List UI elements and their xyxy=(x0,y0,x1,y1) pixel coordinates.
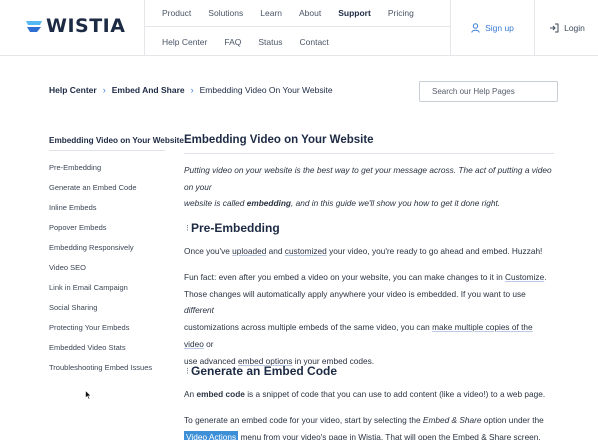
text: To generate an embed code for your video… xyxy=(184,415,423,425)
text: and xyxy=(266,246,285,256)
link-uploaded[interactable]: uploaded xyxy=(232,246,266,256)
breadcrumb: Help Center › Embed And Share › Embeddin… xyxy=(49,85,333,95)
nav-solutions[interactable]: Solutions xyxy=(208,8,243,18)
section-heading-generate-embed-code: ⋮ Generate an Embed Code xyxy=(184,364,337,378)
nav-support[interactable]: Support xyxy=(338,8,371,18)
sidebar-item-inline-embeds[interactable]: Inline Embeds xyxy=(49,202,165,222)
wistia-logo[interactable]: WISTIA xyxy=(26,14,125,38)
logo-text: WISTIA xyxy=(46,15,126,37)
link-customize[interactable]: Customize xyxy=(505,272,544,282)
sidebar-item-popover-embeds[interactable]: Popover Embeds xyxy=(49,222,165,242)
signup-label: Sign up xyxy=(485,23,514,33)
sub-nav: Help Center FAQ Status Contact xyxy=(145,27,451,56)
text: customizations across multiple embeds of… xyxy=(184,322,433,333)
article: Embedding Video on Your Website Putting … xyxy=(184,132,554,440)
subnav-help-center[interactable]: Help Center xyxy=(162,37,207,47)
sidebar-list: Pre-Embedding Generate an Embed Code Inl… xyxy=(49,162,165,382)
sidebar-item-protecting-embeds[interactable]: Protecting Your Embeds xyxy=(49,322,165,342)
text: option under the xyxy=(481,415,544,425)
generate-paragraph-2: To generate an embed code for your video… xyxy=(184,412,554,440)
search-input[interactable] xyxy=(419,81,558,102)
italic-embed-share: Embed & Share xyxy=(422,415,482,425)
text: Once you've xyxy=(184,246,233,256)
login-icon xyxy=(550,23,559,33)
nav-about[interactable]: About xyxy=(299,8,321,18)
subnav-faq[interactable]: FAQ xyxy=(224,37,241,47)
page-title: Embedding Video on Your Website xyxy=(184,132,554,154)
breadcrumb-current-page: Embedding Video On Your Website xyxy=(199,85,333,95)
italic-different: different xyxy=(184,305,214,316)
site-header: WISTIA Product Solutions Learn About Sup… xyxy=(0,0,598,56)
text: menu from your video's page in Wistia. T… xyxy=(238,431,541,440)
intro-paragraph: Putting video on your website is the bes… xyxy=(184,162,554,212)
link-customized[interactable]: customized xyxy=(285,246,327,256)
chevron-right-icon: › xyxy=(190,85,194,95)
user-icon xyxy=(471,23,480,33)
section-heading-pre-embedding: ⋮ Pre-Embedding xyxy=(184,221,280,235)
text: Fun fact: even after you embed a video o… xyxy=(184,272,505,282)
pre-embedding-paragraph-2: Fun fact: even after you embed a video o… xyxy=(184,269,554,369)
intro-line-2c: , and in this guide we'll show you how t… xyxy=(290,198,501,209)
section-title: Generate an Embed Code xyxy=(191,364,338,378)
sidebar-item-link-email-campaign[interactable]: Link in Email Campaign xyxy=(49,282,165,302)
pre-embedding-paragraph-1: Once you've uploaded and customized your… xyxy=(184,243,554,260)
text: Those changes will automatically apply a… xyxy=(184,288,526,299)
mouse-cursor-icon xyxy=(85,390,92,400)
main-nav: Product Solutions Learn About Support Pr… xyxy=(145,0,451,27)
sidebar-item-embedded-video-stats[interactable]: Embedded Video Stats xyxy=(49,342,165,362)
intro-bold-embedding: embedding xyxy=(246,198,291,209)
sidebar-title[interactable]: Embedding Video on Your Website xyxy=(49,132,184,151)
login-label: Login xyxy=(564,23,585,33)
sidebar-item-social-sharing[interactable]: Social Sharing xyxy=(49,302,165,322)
nav-learn[interactable]: Learn xyxy=(260,8,282,18)
sidebar-toc: Embedding Video on Your Website Pre-Embe… xyxy=(49,132,184,382)
subnav-status[interactable]: Status xyxy=(258,37,282,47)
sidebar-item-generate-embed-code[interactable]: Generate an Embed Code xyxy=(49,182,165,202)
sidebar-item-pre-embedding[interactable]: Pre-Embedding xyxy=(49,162,165,182)
link-video-actions[interactable]: Video Actions xyxy=(184,430,239,440)
intro-line-2a: website is called xyxy=(184,198,247,209)
nav-product[interactable]: Product xyxy=(162,8,191,18)
nav-panel: Product Solutions Learn About Support Pr… xyxy=(144,0,598,56)
sidebar-item-video-seo[interactable]: Video SEO xyxy=(49,262,165,282)
sidebar-item-troubleshooting[interactable]: Troubleshooting Embed Issues xyxy=(49,362,165,382)
subnav-contact[interactable]: Contact xyxy=(299,37,328,47)
text: . xyxy=(544,272,547,282)
anchor-link-icon[interactable]: ⋮ xyxy=(184,367,191,375)
signup-button[interactable]: Sign up xyxy=(451,0,535,56)
wistia-logo-mark-icon xyxy=(26,20,42,32)
anchor-link-icon[interactable]: ⋮ xyxy=(184,224,191,232)
text: An xyxy=(184,389,197,399)
generate-paragraph-1: An embed code is a snippet of code that … xyxy=(184,386,554,403)
login-button[interactable]: Login xyxy=(535,0,598,56)
sidebar-item-embedding-responsively[interactable]: Embedding Responsively xyxy=(49,242,165,262)
bold-embed-code: embed code xyxy=(196,389,245,399)
breadcrumb-help-center[interactable]: Help Center xyxy=(49,85,97,95)
chevron-right-icon: › xyxy=(102,85,106,95)
text: is a snippet of code that you can use to… xyxy=(244,389,546,399)
breadcrumb-embed-and-share[interactable]: Embed And Share xyxy=(112,85,185,95)
section-title: Pre-Embedding xyxy=(191,221,280,235)
nav-pricing[interactable]: Pricing xyxy=(388,8,414,18)
text: or xyxy=(203,338,214,349)
intro-line-1: Putting video on your website is the bes… xyxy=(184,165,552,192)
text: your video, you're ready to go ahead and… xyxy=(326,246,543,256)
